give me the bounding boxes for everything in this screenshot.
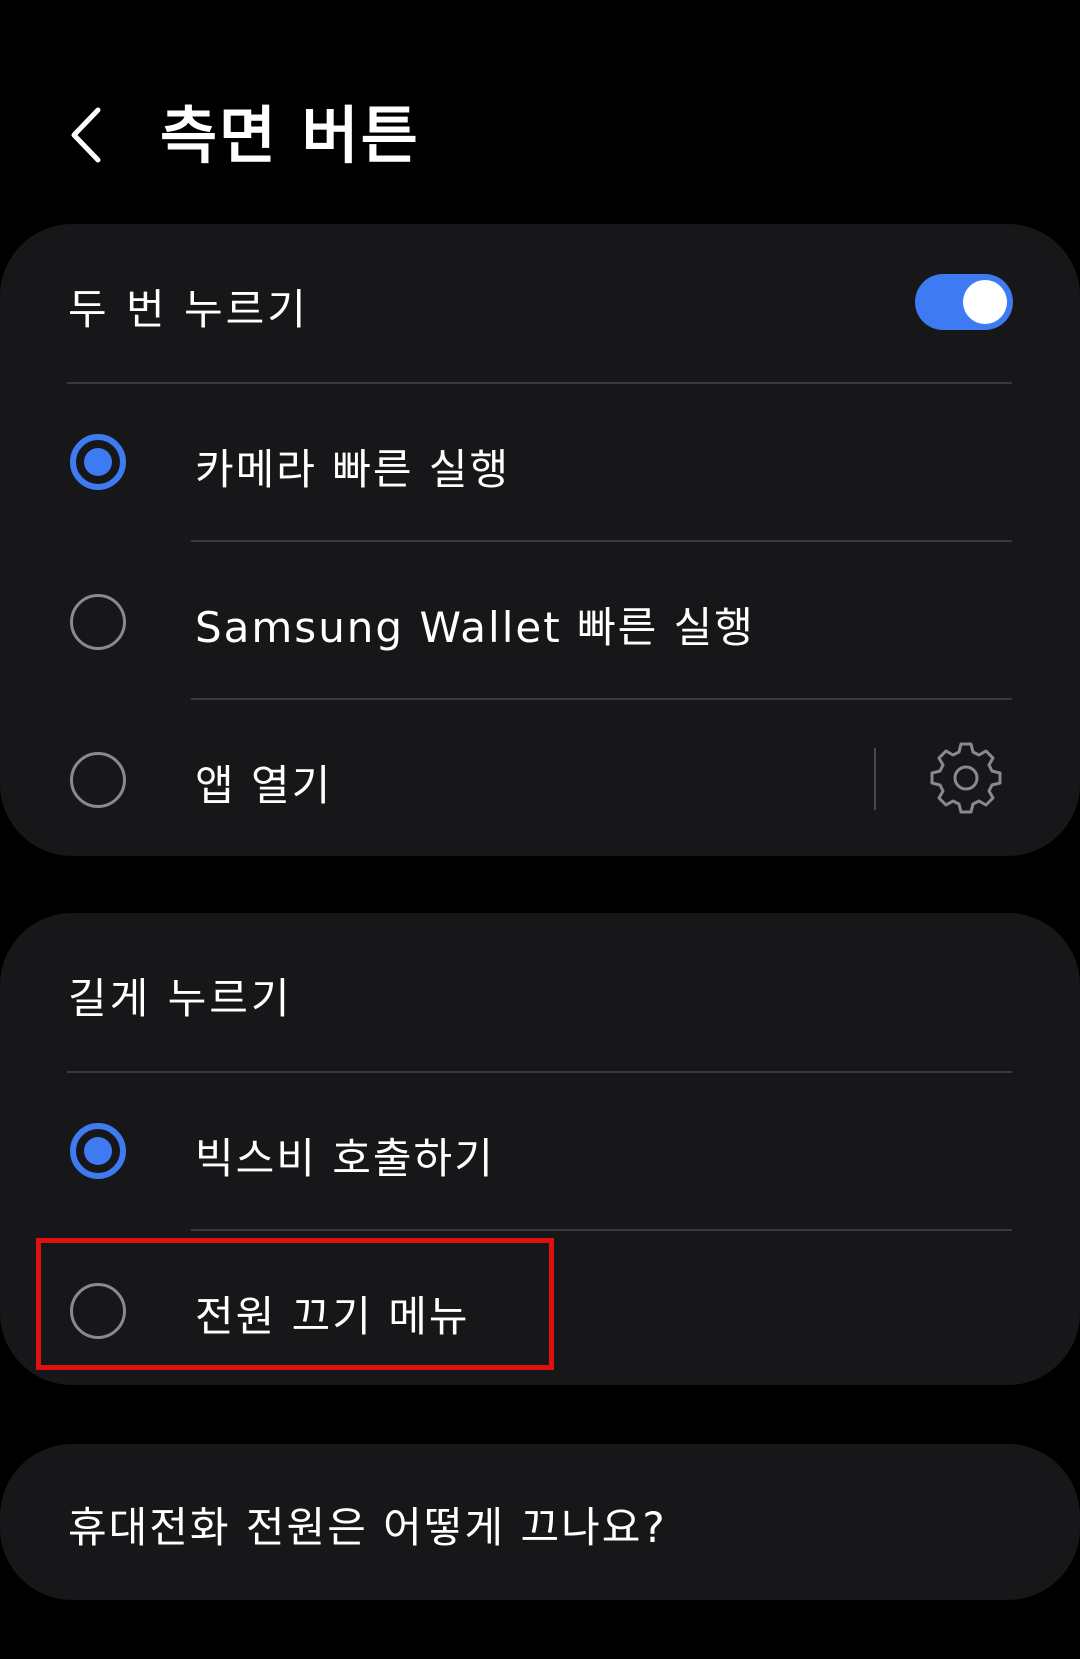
radio-samsung-wallet[interactable] (70, 594, 126, 650)
option-label-bixby: 빅스비 호출하기 (195, 1134, 495, 1183)
option-label-camera: 카메라 빠른 실행 (195, 445, 511, 494)
radio-bixby[interactable] (70, 1123, 126, 1179)
gear-icon (930, 742, 1002, 814)
faq-link[interactable]: 휴대전화 전원은 어떻게 끄나요? (68, 1494, 667, 1555)
option-label-power-off: 전원 끄기 메뉴 (195, 1292, 470, 1341)
option-open-app[interactable]: 앱 열기 (0, 700, 1080, 856)
radio-dot (84, 448, 112, 476)
open-app-settings-button[interactable] (930, 742, 1002, 814)
long-press-title: 길게 누르기 (68, 974, 293, 1023)
faq-card[interactable]: 휴대전화 전원은 어떻게 끄나요? (0, 1444, 1080, 1600)
radio-camera-quick-launch[interactable] (70, 434, 126, 490)
double-press-title: 두 번 누르기 (68, 285, 309, 334)
option-bixby[interactable]: 빅스비 호출하기 (0, 1073, 1080, 1229)
chevron-left-icon (71, 107, 101, 163)
double-press-card: 두 번 누르기 카메라 빠른 실행 Samsung Wallet 빠른 실행 앱… (0, 224, 1080, 856)
back-button[interactable] (58, 100, 118, 170)
radio-power-off-menu[interactable] (70, 1283, 126, 1339)
page-title: 측면 버튼 (160, 99, 420, 172)
toggle-knob (963, 280, 1007, 324)
radio-open-app[interactable] (70, 752, 126, 808)
double-press-toggle[interactable] (915, 274, 1013, 330)
radio-dot (84, 1137, 112, 1165)
long-press-header-row: 길게 누르기 (0, 913, 1080, 1069)
option-label-open-app: 앱 열기 (195, 761, 333, 810)
vertical-separator (874, 748, 876, 810)
option-samsung-wallet[interactable]: Samsung Wallet 빠른 실행 (0, 542, 1080, 698)
long-press-card: 길게 누르기 빅스비 호출하기 전원 끄기 메뉴 (0, 913, 1080, 1385)
option-label-wallet: Samsung Wallet 빠른 실행 (195, 603, 755, 652)
app-bar: 측면 버튼 (0, 70, 1080, 200)
option-camera-quick-launch[interactable]: 카메라 빠른 실행 (0, 384, 1080, 540)
option-power-off-menu[interactable]: 전원 끄기 메뉴 (0, 1231, 1080, 1387)
double-press-header-row[interactable]: 두 번 누르기 (0, 224, 1080, 380)
